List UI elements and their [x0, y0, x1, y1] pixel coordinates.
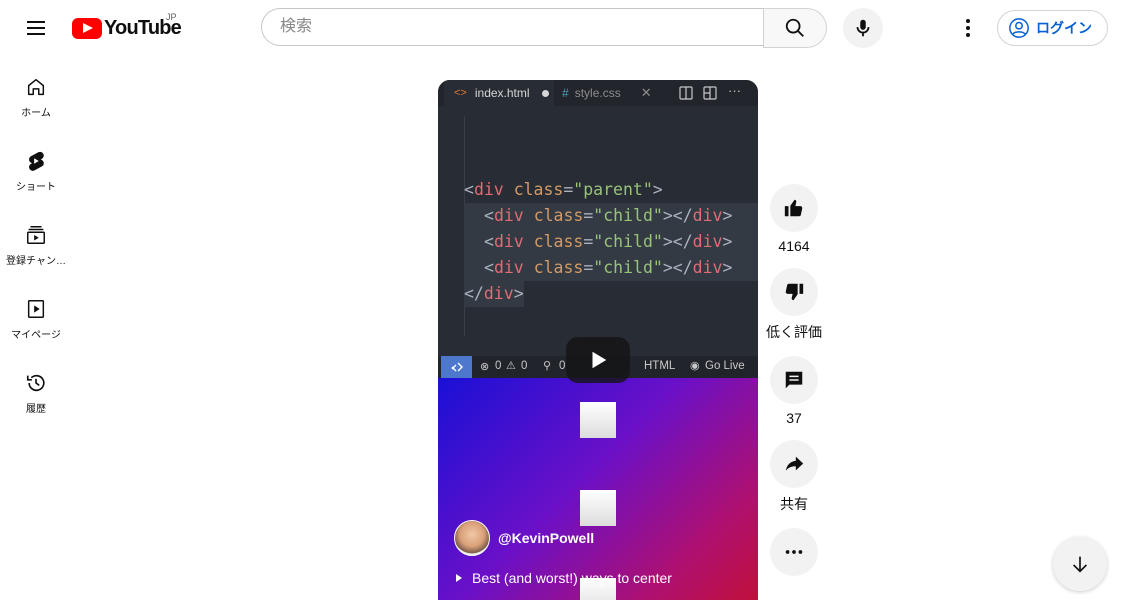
- remote-icon: [441, 356, 472, 378]
- youtube-play-logo-icon: [72, 17, 102, 39]
- error-count: 0: [495, 360, 502, 372]
- guide-item-you[interactable]: マイページ: [0, 278, 72, 352]
- youtube-logo[interactable]: YouTube: [72, 16, 182, 40]
- dislike-label: 低く評価: [766, 324, 822, 340]
- guide-label: ホーム: [21, 108, 51, 119]
- warning-count: 0: [521, 360, 528, 372]
- comment-count: 37: [786, 410, 802, 426]
- voice-search-button[interactable]: [843, 8, 883, 48]
- guide-item-history[interactable]: 履歴: [0, 352, 72, 426]
- thumbs-down-icon: [785, 283, 804, 301]
- channel-avatar[interactable]: [454, 520, 490, 556]
- language-mode: HTML: [644, 360, 676, 372]
- video-title-text: Best (and worst!) ways to center: [472, 570, 672, 586]
- video-title[interactable]: Best (and worst!) ways to center: [456, 570, 672, 586]
- play-button[interactable]: [566, 337, 630, 383]
- home-icon: [27, 78, 45, 96]
- demo-preview: [438, 378, 758, 600]
- search-button[interactable]: [763, 8, 827, 48]
- code-line: </div>: [464, 281, 524, 307]
- guide-sidebar: ホーム ショート 登録チャン… マイページ 履歴: [0, 56, 72, 426]
- code-editor: <div class="parent"> <div class="child">…: [438, 106, 758, 356]
- ports-count: 0: [559, 360, 566, 372]
- you-icon: [27, 300, 45, 318]
- unsaved-dot-icon: [541, 89, 549, 97]
- dislike-button[interactable]: [770, 268, 818, 316]
- more-horizontal-icon: ···: [728, 83, 741, 98]
- like-button[interactable]: [770, 184, 818, 232]
- child-box: [580, 402, 616, 438]
- region-code: JP: [166, 12, 177, 22]
- go-live-label: Go Live: [705, 360, 745, 372]
- error-icon: ⊗: [480, 361, 490, 373]
- hamburger-icon: [27, 21, 45, 35]
- menu-button[interactable]: [16, 8, 56, 48]
- account-icon: [1009, 18, 1029, 38]
- close-icon: ✕: [640, 85, 652, 100]
- share-label: 共有: [780, 496, 808, 512]
- shorts-video-player[interactable]: <> index.html # style.css ✕ ··· <div cla…: [438, 80, 758, 600]
- editor-tab-label: style.css: [574, 86, 621, 100]
- next-video-button[interactable]: [1053, 537, 1107, 591]
- code-line: <div class="child"></div>: [464, 203, 758, 229]
- search-icon: [785, 18, 804, 37]
- like-action: 4164: [770, 184, 818, 254]
- comment-action: 37: [770, 356, 818, 426]
- play-icon: [592, 351, 607, 369]
- split-editor-icon: [679, 86, 693, 100]
- login-label: ログイン: [1036, 20, 1092, 36]
- comment-icon: [785, 371, 803, 389]
- editor-tab-style: # style.css ✕: [562, 80, 652, 106]
- more-vertical-icon: [966, 19, 970, 37]
- dislike-action: 低く評価: [766, 268, 822, 342]
- masthead: YouTube JP ログイン: [0, 0, 1124, 56]
- settings-more-button[interactable]: [948, 8, 988, 48]
- arrow-down-icon: [1072, 556, 1088, 573]
- guide-label: 履歴: [26, 404, 46, 415]
- code-line: <div class="child"></div>: [464, 229, 758, 255]
- ports-icon: ⚲: [543, 360, 552, 372]
- shorts-action-bar: 4164 低く評価 37 共有: [766, 184, 822, 590]
- guide-label: マイページ: [11, 330, 61, 341]
- guide-label: 登録チャン…: [6, 256, 66, 267]
- search-box[interactable]: [261, 8, 763, 46]
- more-horizontal-icon: [785, 550, 803, 554]
- shorts-icon: [29, 151, 44, 171]
- guide-item-subscriptions[interactable]: 登録チャン…: [0, 204, 72, 278]
- thumbs-up-icon: [784, 199, 803, 217]
- channel-name[interactable]: @KevinPowell: [498, 530, 594, 546]
- editor-tab-label: index.html: [474, 86, 530, 100]
- comments-button[interactable]: [770, 356, 818, 404]
- guide-label: ショート: [16, 182, 56, 193]
- code-line: <div class="child"></div>: [464, 255, 758, 281]
- login-button[interactable]: ログイン: [997, 10, 1108, 46]
- guide-item-home[interactable]: ホーム: [0, 56, 72, 130]
- guide-item-shorts[interactable]: ショート: [0, 130, 72, 204]
- microphone-icon: [856, 19, 870, 37]
- editor-tab-index: <> index.html: [444, 80, 554, 106]
- html-file-icon: <>: [454, 87, 467, 99]
- history-icon: [26, 374, 45, 392]
- play-small-icon: [456, 574, 462, 582]
- warning-icon: ⚠: [506, 360, 516, 372]
- share-icon: [785, 456, 804, 471]
- share-button[interactable]: [770, 440, 818, 488]
- channel-info[interactable]: @KevinPowell: [454, 520, 594, 556]
- code-line: <div class="parent">: [464, 180, 663, 199]
- search-input[interactable]: [278, 17, 763, 37]
- subscriptions-icon: [27, 226, 45, 244]
- broadcast-icon: ◉: [690, 360, 700, 372]
- editor-tab-bar: <> index.html # style.css ✕ ···: [438, 80, 758, 106]
- layout-icon: [703, 86, 717, 100]
- share-action: 共有: [770, 440, 818, 514]
- more-action: [770, 528, 818, 576]
- css-file-icon: #: [562, 86, 569, 100]
- like-count: 4164: [778, 238, 810, 254]
- more-actions-button[interactable]: [770, 528, 818, 576]
